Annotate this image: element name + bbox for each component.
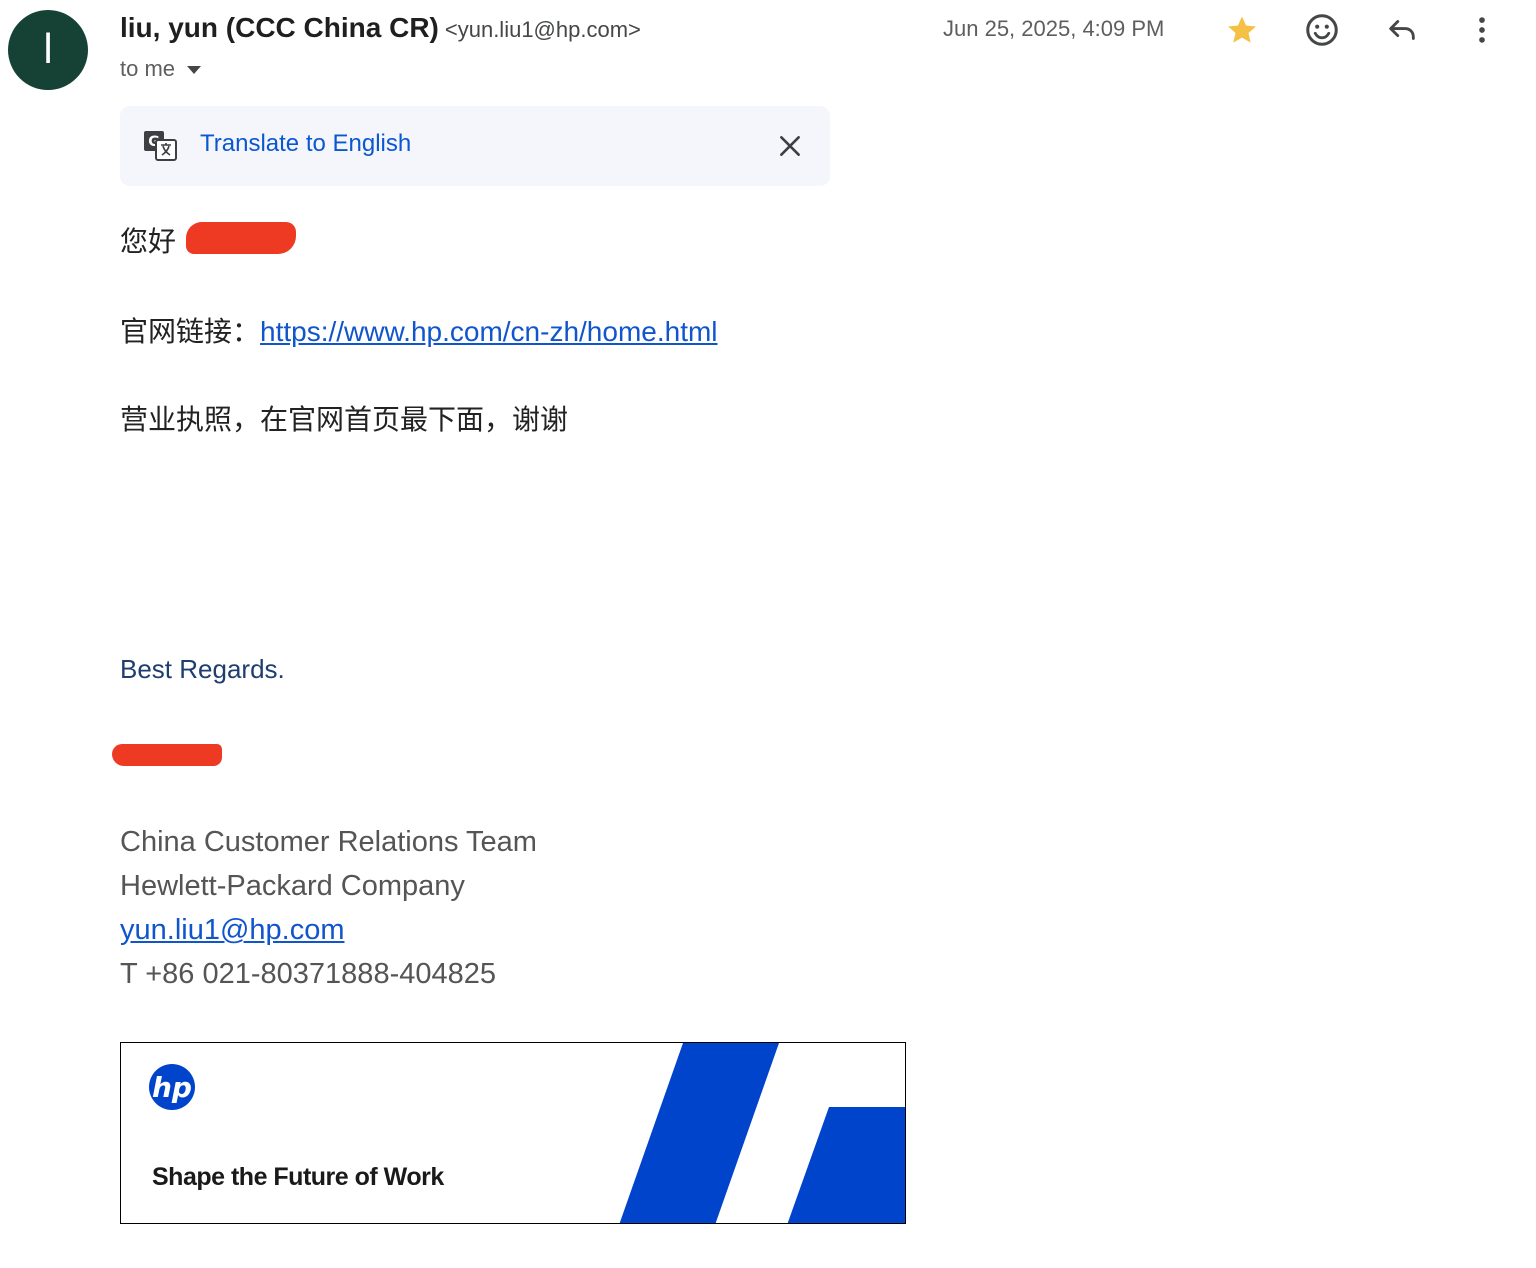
recipient-dropdown[interactable]: to me	[120, 56, 202, 82]
signature-team: China Customer Relations Team	[120, 826, 537, 858]
recipient-label: to me	[120, 56, 176, 81]
close-translate-button[interactable]	[772, 128, 808, 164]
website-link-label: 官网链接：	[120, 316, 261, 347]
more-options-button[interactable]	[1462, 10, 1502, 50]
sender-avatar[interactable]: l	[8, 10, 88, 90]
banner-tagline: Shape the Future of Work	[152, 1163, 444, 1191]
translate-icon: G	[144, 131, 177, 161]
signature-phone: T +86 021-80371888-404825	[120, 958, 496, 990]
translate-bar: G Translate to English	[120, 106, 830, 186]
redaction-mark	[186, 222, 296, 254]
more-vert-icon	[1479, 17, 1485, 43]
message-timestamp: Jun 25, 2025, 4:09 PM	[943, 16, 1165, 41]
redaction-mark	[112, 744, 222, 766]
caret-down-icon	[187, 66, 202, 74]
add-reaction-button[interactable]	[1302, 10, 1342, 50]
translate-link[interactable]: Translate to English	[200, 130, 411, 158]
sender-email: <yun.liu1@hp.com>	[444, 17, 641, 42]
signature-email-line: yun.liu1@hp.com	[120, 914, 345, 947]
license-note: 营业执照，在官网首页最下面，谢谢	[120, 404, 569, 435]
sender-name[interactable]: liu, yun (CCC China CR)	[120, 12, 439, 43]
reply-button[interactable]	[1382, 10, 1422, 50]
sender-line: liu, yun (CCC China CR) <yun.liu1@hp.com>	[120, 12, 641, 44]
emoji-icon	[1306, 14, 1338, 46]
website-link[interactable]: https://www.hp.com/cn-zh/home.html	[260, 316, 718, 347]
hp-logo-icon: hp	[149, 1064, 195, 1110]
banner-stripes	[619, 1043, 905, 1223]
reply-icon	[1389, 20, 1415, 40]
svg-text:hp: hp	[152, 1071, 192, 1104]
star-button[interactable]	[1222, 10, 1262, 50]
greeting-text: 您好	[120, 226, 177, 257]
signature-email-link[interactable]: yun.liu1@hp.com	[120, 914, 345, 946]
star-icon	[1228, 16, 1256, 43]
close-icon	[780, 136, 800, 156]
closing-text: Best Regards.	[120, 654, 285, 684]
hp-signature-banner: hp Shape the Future of Work	[120, 1042, 906, 1224]
website-link-line: 官网链接：https://www.hp.com/cn-zh/home.html	[120, 310, 718, 350]
signature-company: Hewlett-Packard Company	[120, 870, 465, 902]
